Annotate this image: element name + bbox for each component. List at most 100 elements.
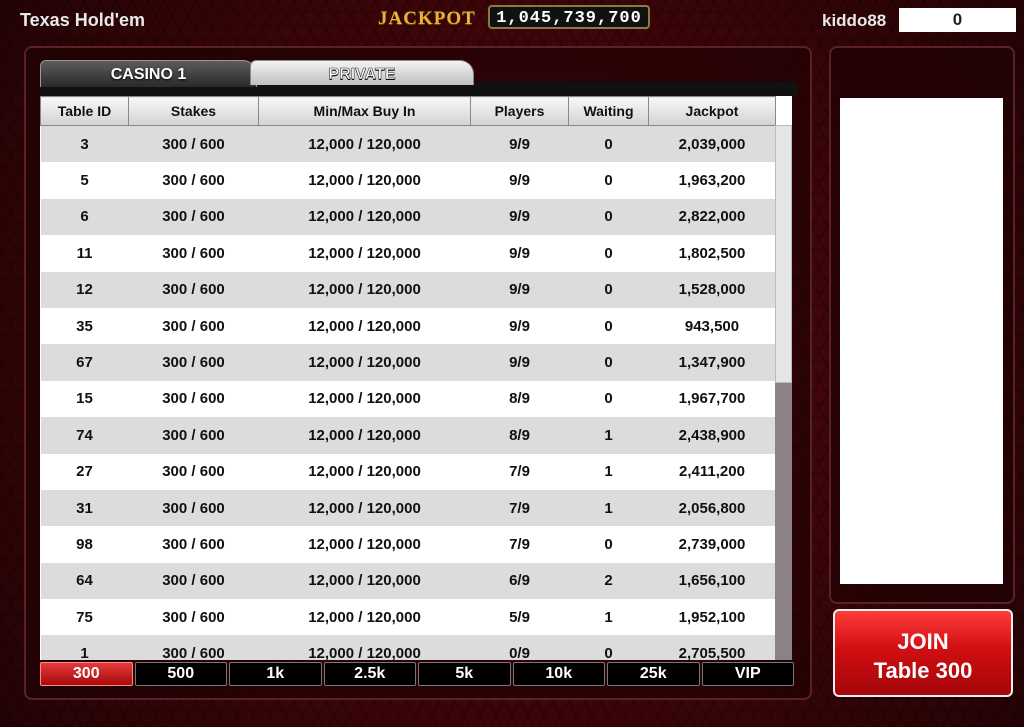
table-cell: 1,528,000 <box>648 271 776 308</box>
table-cell: 67 <box>40 344 129 381</box>
stake-button-25k[interactable]: 25k <box>607 662 700 686</box>
stake-button-5k[interactable]: 5k <box>418 662 511 686</box>
table-cell: 0 <box>568 125 649 163</box>
table-cell: 12,000 / 120,000 <box>258 125 471 163</box>
table-cell: 0/9 <box>470 635 569 660</box>
table-row[interactable]: 74 300 / 600 12,000 / 120,000 8/9 1 2,438,900 <box>40 417 776 454</box>
table-row[interactable]: 75 300 / 600 12,000 / 120,000 5/9 1 1,952,100 <box>40 599 776 636</box>
table-cell: 300 / 600 <box>128 489 259 527</box>
table-row[interactable]: 98 300 / 600 12,000 / 120,000 7/9 0 2,739,000 <box>40 526 776 563</box>
table-scrollbar[interactable] <box>775 125 792 660</box>
table-list: Table ID Stakes Min/Max Buy In Players W… <box>40 96 792 660</box>
col-players[interactable]: Players <box>470 96 569 126</box>
table-cell: 300 / 600 <box>128 562 259 600</box>
table-cell: 5 <box>40 162 129 199</box>
table-row[interactable]: 64 300 / 600 12,000 / 120,000 6/9 2 1,656,100 <box>40 562 776 600</box>
table-cell: 2,705,500 <box>648 635 776 660</box>
table-cell: 12,000 / 120,000 <box>258 599 471 636</box>
table-cell: 2,438,900 <box>648 417 776 454</box>
table-cell: 6 <box>40 198 129 236</box>
tab-casino-1[interactable]: CASINO 1 <box>40 60 257 87</box>
col-table-id[interactable]: Table ID <box>40 96 129 126</box>
stake-filter-bar: 300 500 1k 2.5k 5k 10k 25k VIP <box>40 662 794 686</box>
table-cell: 75 <box>40 599 129 636</box>
table-cell: 8/9 <box>470 380 569 418</box>
stake-button-300[interactable]: 300 <box>40 662 133 686</box>
join-table-button[interactable]: JOIN Table 300 <box>833 609 1013 697</box>
table-row[interactable]: 31 300 / 600 12,000 / 120,000 7/9 1 2,056,800 <box>40 489 776 527</box>
table-cell: 0 <box>568 635 649 660</box>
table-cell: 1 <box>568 453 649 490</box>
table-row[interactable]: 11 300 / 600 12,000 / 120,000 9/9 0 1,802,500 <box>40 235 776 272</box>
table-cell: 12,000 / 120,000 <box>258 380 471 418</box>
table-cell: 12,000 / 120,000 <box>258 271 471 308</box>
col-stakes[interactable]: Stakes <box>128 96 259 126</box>
join-label: JOIN <box>897 629 949 654</box>
scrollbar-thumb[interactable] <box>775 125 792 383</box>
table-row[interactable]: 3 300 / 600 12,000 / 120,000 9/9 0 2,039,000 <box>40 125 776 163</box>
table-cell: 1,802,500 <box>648 235 776 272</box>
jackpot-label: JACKPOT <box>378 8 476 29</box>
table-cell: 6/9 <box>470 562 569 600</box>
table-row[interactable]: 1 300 / 600 12,000 / 120,000 0/9 0 2,705,500 <box>40 635 776 660</box>
table-cell: 0 <box>568 235 649 272</box>
table-cell: 300 / 600 <box>128 235 259 272</box>
username: kiddo88 <box>822 11 887 30</box>
table-cell: 5/9 <box>470 599 569 636</box>
table-cell: 1 <box>568 489 649 527</box>
stake-button-vip[interactable]: VIP <box>701 662 794 686</box>
table-cell: 300 / 600 <box>128 635 259 660</box>
table-cell: 3 <box>40 125 129 163</box>
table-header-row: Table ID Stakes Min/Max Buy In Players W… <box>40 96 776 126</box>
table-cell: 31 <box>40 489 129 527</box>
table-row[interactable]: 15 300 / 600 12,000 / 120,000 8/9 0 1,967,700 <box>40 380 776 418</box>
tab-private[interactable]: PRIVATE <box>250 60 474 85</box>
table-cell: 12,000 / 120,000 <box>258 344 471 381</box>
tab-private-label: PRIVATE <box>328 66 396 84</box>
table-cell: 12,000 / 120,000 <box>258 162 471 199</box>
tables-grid: Table ID Stakes Min/Max Buy In Players W… <box>40 96 776 660</box>
table-row[interactable]: 67 300 / 600 12,000 / 120,000 9/9 0 1,347,900 <box>40 344 776 381</box>
table-cell: 11 <box>40 235 129 272</box>
table-cell: 12,000 / 120,000 <box>258 489 471 527</box>
table-cell: 12,000 / 120,000 <box>258 453 471 490</box>
table-cell: 943,500 <box>648 307 776 345</box>
table-row[interactable]: 5 300 / 600 12,000 / 120,000 9/9 0 1,963,200 <box>40 162 776 199</box>
table-cell: 64 <box>40 562 129 600</box>
table-cell: 0 <box>568 526 649 563</box>
table-row[interactable]: 27 300 / 600 12,000 / 120,000 7/9 1 2,411,200 <box>40 453 776 490</box>
table-row[interactable]: 12 300 / 600 12,000 / 120,000 9/9 0 1,528,000 <box>40 271 776 308</box>
table-cell: 0 <box>568 271 649 308</box>
table-cell: 1,967,700 <box>648 380 776 418</box>
table-cell: 300 / 600 <box>128 380 259 418</box>
table-preview <box>840 98 1003 584</box>
col-jackpot[interactable]: Jackpot <box>648 96 776 126</box>
table-cell: 0 <box>568 198 649 236</box>
balance-display: 0 <box>899 8 1016 32</box>
table-row[interactable]: 6 300 / 600 12,000 / 120,000 9/9 0 2,822,000 <box>40 198 776 236</box>
table-cell: 300 / 600 <box>128 198 259 236</box>
table-cell: 74 <box>40 417 129 454</box>
jackpot-value: 1,045,739,700 <box>488 5 650 29</box>
table-cell: 300 / 600 <box>128 125 259 163</box>
table-cell: 7/9 <box>470 526 569 563</box>
stake-button-1k[interactable]: 1k <box>229 662 322 686</box>
stake-button-10k[interactable]: 10k <box>512 662 605 686</box>
stake-button-500[interactable]: 500 <box>134 662 227 686</box>
table-cell: 300 / 600 <box>128 271 259 308</box>
table-cell: 2,039,000 <box>648 125 776 163</box>
col-waiting[interactable]: Waiting <box>568 96 649 126</box>
table-row[interactable]: 35 300 / 600 12,000 / 120,000 9/9 0 943,500 <box>40 307 776 345</box>
table-cell: 9/9 <box>470 344 569 381</box>
table-cell: 15 <box>40 380 129 418</box>
table-cell: 1 <box>40 635 129 660</box>
stake-button-2-5k[interactable]: 2.5k <box>323 662 416 686</box>
table-cell: 7/9 <box>470 489 569 527</box>
table-cell: 12,000 / 120,000 <box>258 235 471 272</box>
table-cell: 9/9 <box>470 271 569 308</box>
table-cell: 9/9 <box>470 198 569 236</box>
table-cell: 1,952,100 <box>648 599 776 636</box>
table-body: 3 300 / 600 12,000 / 120,000 9/9 0 2,039,000 5… <box>40 125 776 660</box>
col-buy-in[interactable]: Min/Max Buy In <box>258 96 471 126</box>
table-cell: 1,347,900 <box>648 344 776 381</box>
